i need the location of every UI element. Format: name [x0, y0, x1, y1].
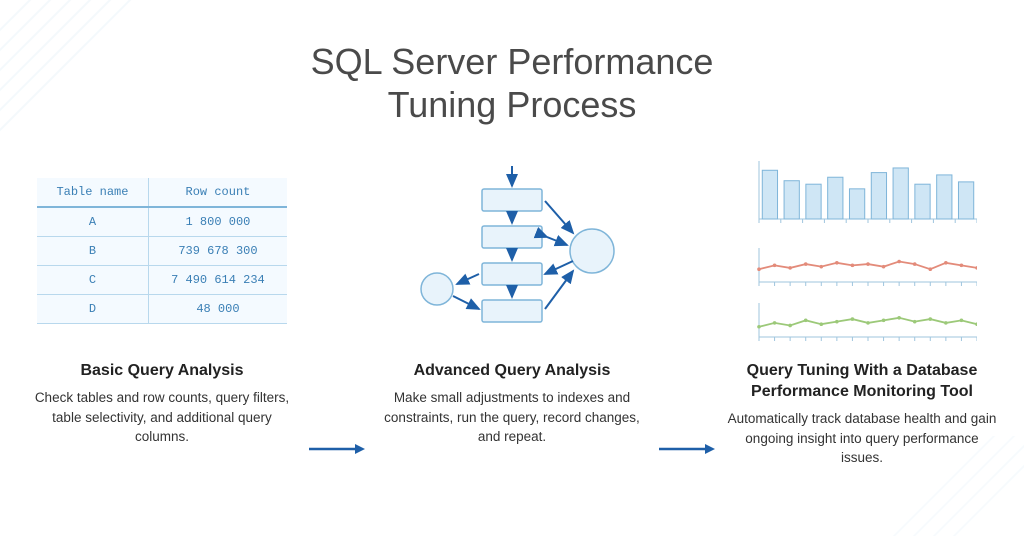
step-3: Query Tuning With a Database Performance…	[717, 161, 1007, 467]
step-2-body: Make small adjustments to indexes and co…	[377, 388, 647, 447]
flowchart-icon	[387, 161, 637, 341]
step-2: Advanced Query Analysis Make small adjus…	[367, 161, 657, 446]
bg-decoration-br	[824, 436, 1024, 536]
step-3-heading: Query Tuning With a Database Performance…	[727, 361, 997, 403]
title-line-1: SQL Server Performance	[311, 41, 714, 82]
table-row: D48 000	[37, 295, 287, 324]
sample-table: Table name Row count A1 800 000 B739 678…	[37, 178, 287, 324]
arrow-2	[657, 161, 717, 541]
arrow-right-icon	[659, 442, 715, 456]
step-1: Table name Row count A1 800 000 B739 678…	[17, 161, 307, 446]
step-2-heading: Advanced Query Analysis	[377, 361, 647, 382]
table-row: A1 800 000	[37, 207, 287, 237]
title-line-2: Tuning Process	[388, 84, 637, 125]
table-row: B739 678 300	[37, 237, 287, 266]
line-chart-red-icon	[747, 246, 977, 286]
bg-decoration-tl	[0, 0, 200, 200]
table-row: C7 490 614 234	[37, 266, 287, 295]
line-chart-green-icon	[747, 301, 977, 341]
step-1-body: Check tables and row counts, query filte…	[27, 388, 297, 447]
charts-illustration	[717, 161, 1007, 341]
arrow-1	[307, 161, 367, 541]
arrow-right-icon	[309, 442, 365, 456]
flowchart-illustration	[367, 161, 657, 341]
bar-chart-icon	[747, 161, 977, 231]
step-1-heading: Basic Query Analysis	[27, 361, 297, 382]
